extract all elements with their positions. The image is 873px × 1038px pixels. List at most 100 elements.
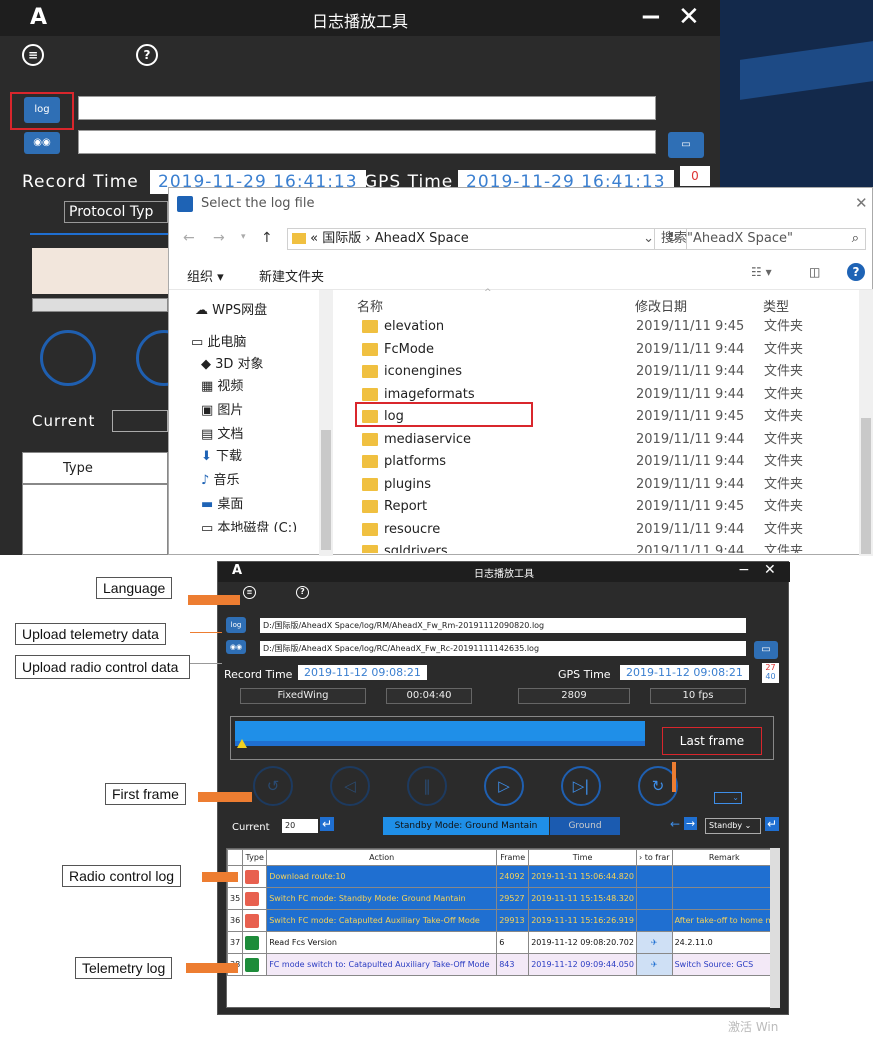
help-icon[interactable]: ?: [136, 44, 158, 66]
timeline-cursor[interactable]: [237, 739, 247, 748]
close-button[interactable]: ✕: [678, 2, 700, 32]
next-event-icon[interactable]: →: [684, 817, 698, 830]
protocol-type-field[interactable]: Protocol Typ: [64, 201, 168, 223]
record-time-label: Record Time: [224, 668, 293, 681]
row-goto[interactable]: [635, 909, 673, 932]
go-to-frame-icon[interactable]: ↵: [320, 817, 335, 831]
file-row-fcmode[interactable]: FcMode 2019/11/11 9:44 文件夹: [354, 339, 873, 361]
standby-select[interactable]: Standby ⌄: [705, 818, 761, 834]
file-row-elevation[interactable]: elevation 2019/11/11 9:45 文件夹: [354, 316, 873, 338]
file-row-sqldrivers[interactable]: sqldrivers 2019/11/11 9:44 文件夹: [354, 541, 873, 553]
current-input[interactable]: 20: [282, 819, 318, 833]
table-scrollbar[interactable]: [770, 848, 780, 1008]
first-frame-button[interactable]: ↺: [253, 766, 293, 806]
view-options-icon[interactable]: ☷ ▾: [751, 265, 772, 279]
help-icon[interactable]: ?: [296, 586, 309, 599]
search-input[interactable]: 搜索"AheadX Space" ⌕: [654, 228, 866, 250]
rc-path-input[interactable]: [78, 130, 656, 154]
help-icon[interactable]: ?: [847, 263, 865, 281]
row-goto[interactable]: ✈: [635, 953, 673, 976]
nav-item-desktop[interactable]: ▬ 桌面: [201, 494, 243, 516]
new-folder-button[interactable]: 新建文件夹: [259, 266, 324, 285]
preview-pane-icon[interactable]: ◫: [809, 265, 820, 279]
nav-item-this-pc[interactable]: ▭ 此电脑: [191, 332, 246, 354]
forward-icon[interactable]: →: [213, 230, 225, 246]
table-row[interactable]: 36 Switch FC mode: Catapulted Auxiliary T…: [227, 909, 777, 932]
folder-open-icon[interactable]: ▭: [668, 132, 704, 158]
date-column-header[interactable]: 修改日期: [635, 296, 687, 315]
file-row-plugins[interactable]: plugins 2019/11/11 9:44 文件夹: [354, 474, 873, 496]
first-frame-button[interactable]: [40, 330, 96, 386]
breadcrumb-item[interactable]: AheadX Space: [375, 231, 469, 246]
play-button[interactable]: ▷: [484, 766, 524, 806]
current-input[interactable]: [112, 410, 168, 432]
recent-dropdown-icon[interactable]: ▾: [241, 232, 246, 242]
row-goto[interactable]: ✈: [635, 931, 673, 954]
record-time-value: 2019-11-12 09:08:21: [298, 665, 427, 680]
telemetry-path-input[interactable]: [78, 96, 656, 120]
row-remark: 24.2.11.0: [671, 931, 777, 954]
address-bar[interactable]: « 国际版 › AheadX Space ⌄ ↻: [287, 228, 687, 250]
rc-upload-icon[interactable]: ◉◉: [226, 640, 246, 654]
folder-open-icon[interactable]: ▭: [754, 641, 778, 659]
nav-item-music[interactable]: ♪ 音乐: [201, 470, 239, 492]
row-goto[interactable]: [635, 887, 673, 910]
log-upload-icon[interactable]: log: [24, 97, 60, 123]
nav-scrollbar[interactable]: [319, 290, 333, 556]
dialog-close-button[interactable]: ✕: [855, 194, 868, 212]
gps-badge: 0: [680, 166, 710, 186]
table-row[interactable]: Download route:10 24092 2019-11-11 15:06:4…: [227, 865, 777, 888]
type-column-header[interactable]: 类型: [763, 296, 789, 315]
folder-icon: [362, 455, 378, 468]
file-row-mediaservice[interactable]: mediaservice 2019/11/11 9:44 文件夹: [354, 429, 873, 451]
minimize-button[interactable]: −: [640, 2, 662, 32]
prev-event-icon[interactable]: ←: [670, 817, 680, 831]
current-label: Current: [32, 412, 96, 430]
file-row-resoucre[interactable]: resoucre 2019/11/11 9:44 文件夹: [354, 519, 873, 541]
pause-button[interactable]: ‖: [407, 766, 447, 806]
jump-icon[interactable]: ↵: [765, 817, 780, 831]
up-icon[interactable]: ↑: [261, 230, 273, 246]
table-row[interactable]: 35 Switch FC mode: Standby Mode: Ground M…: [227, 887, 777, 910]
minimize-button[interactable]: −: [738, 562, 750, 578]
table-row[interactable]: 38FC mode switch to: Catapulted Auxiliar…: [227, 953, 777, 976]
organize-button[interactable]: 组织 ▾: [187, 266, 224, 285]
nav-item-videos[interactable]: ▦ 视频: [201, 376, 243, 398]
breadcrumb-overflow[interactable]: «: [310, 231, 318, 246]
close-button[interactable]: ✕: [764, 562, 776, 578]
language-icon[interactable]: ≡: [22, 44, 44, 66]
plane-icon[interactable]: ✈: [651, 938, 658, 947]
log-upload-icon[interactable]: log: [226, 617, 246, 633]
file-row-platforms[interactable]: platforms 2019/11/11 9:44 文件夹: [354, 451, 873, 473]
row-goto[interactable]: [635, 865, 673, 888]
file-row-iconengines[interactable]: iconengines 2019/11/11 9:44 文件夹: [354, 361, 873, 383]
address-dropdown-icon[interactable]: ⌄: [643, 229, 654, 249]
nav-item-local-disk[interactable]: ▭ 本地磁盘 (C:): [201, 518, 297, 532]
row-number: 37: [227, 931, 244, 954]
table-row[interactable]: 37 Read Fcs Version 6 2019-11-12 09:08:20.7…: [227, 931, 777, 954]
activation-watermark: 激活 Win: [728, 1020, 779, 1034]
nav-item-pictures[interactable]: ▣ 图片: [201, 400, 243, 422]
rc-upload-icon[interactable]: ◉◉: [24, 132, 60, 154]
nav-item-wps[interactable]: ☁ WPS网盘: [195, 300, 267, 322]
breadcrumb-item[interactable]: 国际版: [322, 231, 361, 246]
row-time: 2019-11-12 09:08:20.702: [528, 931, 637, 954]
row-number: 35: [227, 887, 244, 910]
speed-select[interactable]: ⌄: [714, 792, 742, 804]
prev-frame-button[interactable]: ◁: [330, 766, 370, 806]
nav-item-downloads[interactable]: ⬇ 下载: [201, 446, 242, 468]
scrollbar[interactable]: [32, 298, 168, 312]
name-column-header[interactable]: 名称: [357, 296, 383, 315]
nav-scroll-thumb[interactable]: [321, 430, 331, 550]
nav-item-3d[interactable]: ◆ 3D 对象: [201, 354, 264, 376]
telemetry-path-input[interactable]: D:/国际版/AheadX Space/log/RM/AheadX_Fw_Rm-…: [260, 618, 746, 633]
back-icon[interactable]: ←: [183, 230, 195, 246]
file-row-report[interactable]: Report 2019/11/11 9:45 文件夹: [354, 496, 873, 518]
plane-icon[interactable]: ✈: [651, 960, 658, 969]
rc-path-input[interactable]: D:/国际版/AheadX Space/log/RC/AheadX_Fw_Rc-…: [260, 641, 746, 656]
language-icon[interactable]: ≡: [243, 586, 256, 599]
type-header: Type: [242, 849, 268, 866]
nav-item-documents[interactable]: ▤ 文档: [201, 424, 243, 446]
next-frame-button[interactable]: ▷|: [561, 766, 601, 806]
folder-icon: [362, 342, 378, 356]
